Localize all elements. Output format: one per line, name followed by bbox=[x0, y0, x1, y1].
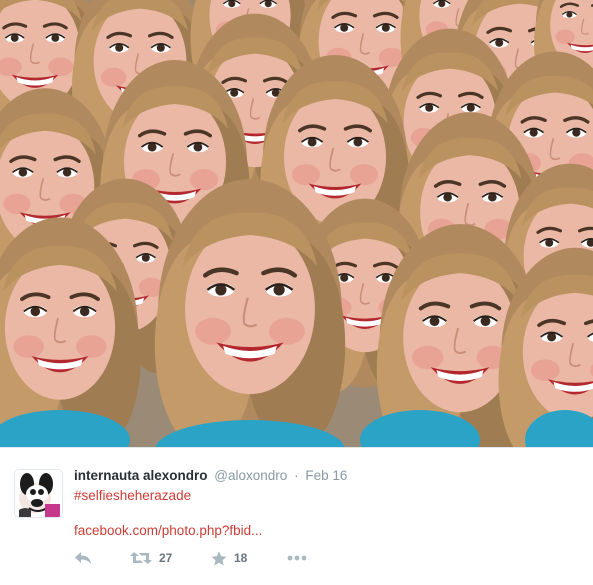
retweet-icon bbox=[130, 552, 152, 564]
author-username[interactable]: @aloxondro bbox=[214, 468, 287, 483]
favorite-count: 18 bbox=[234, 551, 248, 565]
more-options-button[interactable] bbox=[287, 548, 307, 568]
retweet-button[interactable]: 27 bbox=[130, 548, 172, 568]
author-display-name[interactable]: internauta alexondro bbox=[74, 468, 208, 483]
reply-icon bbox=[75, 552, 91, 564]
reply-button[interactable] bbox=[74, 548, 92, 568]
tweet-timestamp[interactable]: Feb 16 bbox=[305, 468, 347, 483]
header-separator: · bbox=[294, 468, 299, 483]
author-avatar[interactable] bbox=[15, 470, 62, 517]
tweet-hashtag-link[interactable]: #selfiesheherazade bbox=[74, 487, 191, 505]
tweet-photo[interactable] bbox=[0, 0, 593, 447]
tweet-card: internauta alexondro @aloxondro · Feb 16… bbox=[0, 0, 593, 585]
media-divider bbox=[0, 447, 593, 448]
ellipsis-icon bbox=[287, 555, 307, 561]
cartoon-dog-avatar-icon bbox=[15, 470, 62, 517]
star-icon bbox=[211, 551, 227, 565]
face-collage-image bbox=[0, 0, 593, 447]
tweet-url-link[interactable]: facebook.com/photo.php?fbid... bbox=[74, 522, 262, 540]
tweet-header: internauta alexondro @aloxondro · Feb 16 bbox=[74, 467, 347, 485]
favorite-button[interactable]: 18 bbox=[211, 548, 247, 568]
retweet-count: 27 bbox=[159, 551, 173, 565]
